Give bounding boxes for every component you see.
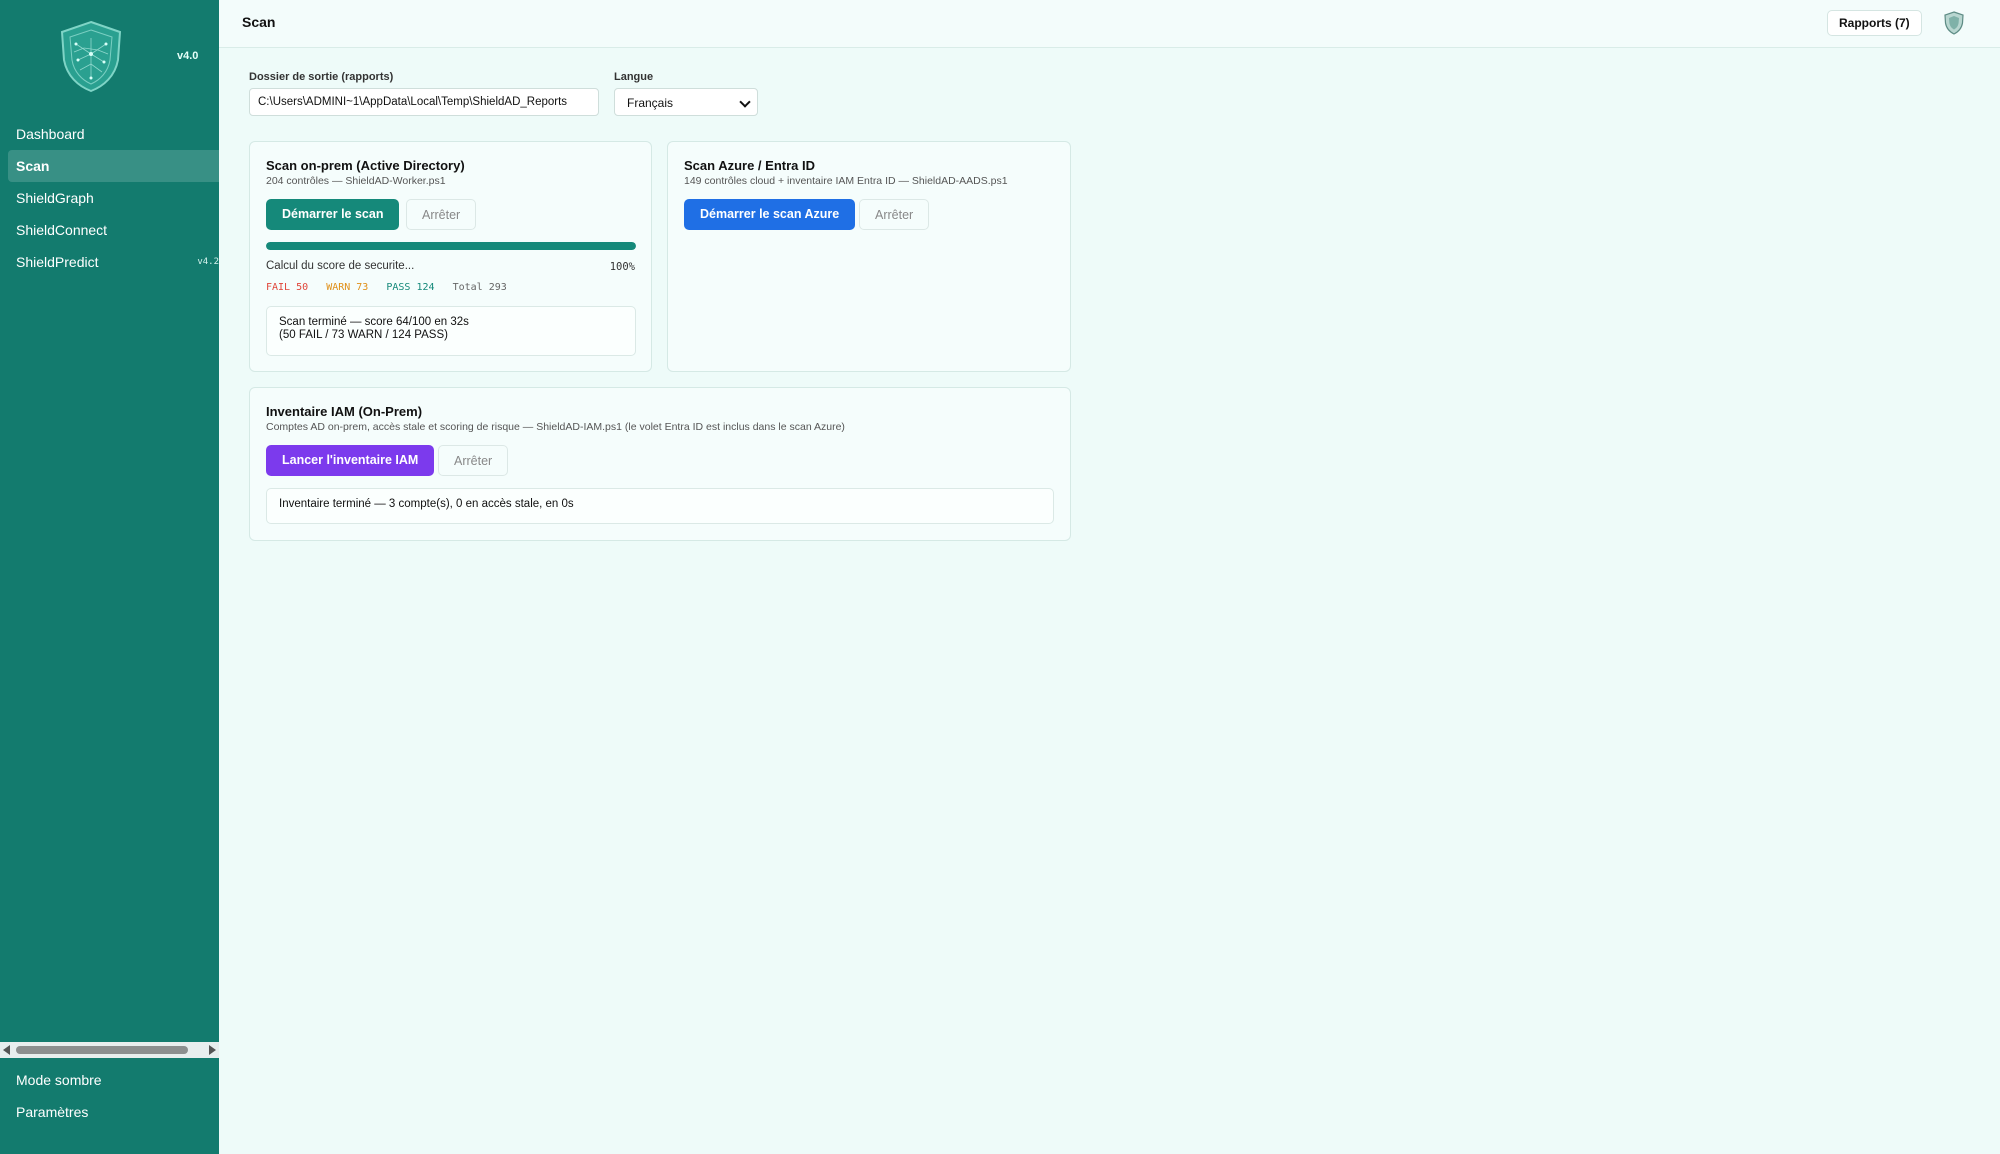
page-title: Scan: [242, 14, 276, 30]
card-subtitle: 149 contrôles cloud + inventaire IAM Ent…: [684, 175, 1008, 187]
result-counts: FAIL 50 WARN 73 PASS 124 Total 293: [266, 282, 519, 293]
scroll-right-icon[interactable]: [209, 1045, 216, 1055]
sidebar-item-label: Mode sombre: [16, 1072, 102, 1088]
scan-progress-fill: [266, 242, 636, 250]
top-header: Scan Rapports (7): [219, 0, 2000, 48]
sidebar: v4.0 Dashboard Scan ShieldGraph ShieldCo…: [0, 0, 219, 1154]
start-scan-button[interactable]: Démarrer le scan: [266, 199, 400, 230]
card-subtitle: 204 contrôles — ShieldAD-Worker.ps1: [266, 175, 446, 187]
scroll-left-icon[interactable]: [3, 1045, 10, 1055]
sidebar-item-scan[interactable]: Scan: [8, 150, 219, 182]
sidebar-item-shieldgraph[interactable]: ShieldGraph: [0, 182, 219, 214]
sidebar-item-settings[interactable]: Paramètres: [0, 1096, 219, 1128]
sidebar-item-label: ShieldGraph: [16, 190, 94, 206]
version-badge: v4.2: [197, 257, 219, 267]
sidebar-nav: Dashboard Scan ShieldGraph ShieldConnect…: [0, 118, 219, 278]
sidebar-item-label: Dashboard: [16, 126, 85, 142]
sidebar-item-label: ShieldConnect: [16, 222, 108, 238]
sidebar-item-shieldpredict[interactable]: ShieldPredict v4.2: [0, 246, 219, 278]
sidebar-item-shieldconnect[interactable]: ShieldConnect: [0, 214, 219, 246]
sidebar-bottom-nav: Mode sombre Paramètres: [0, 1064, 219, 1128]
sidebar-item-label: Paramètres: [16, 1104, 89, 1120]
scan-result-line: (50 FAIL / 73 WARN / 124 PASS): [279, 329, 448, 341]
sidebar-item-label: Scan: [16, 158, 50, 174]
start-azure-scan-button[interactable]: Démarrer le scan Azure: [684, 199, 856, 230]
card-title: Scan Azure / Entra ID: [684, 158, 815, 173]
iam-inventory-card: Inventaire IAM (On-Prem) Comptes AD on-p…: [249, 387, 1071, 541]
fail-count: FAIL 50: [266, 282, 309, 293]
iam-result-line: Inventaire terminé — 3 compte(s), 0 en a…: [279, 498, 574, 510]
card-title: Inventaire IAM (On-Prem): [266, 404, 423, 419]
pass-count: PASS 124: [386, 282, 435, 293]
card-title: Scan on-prem (Active Directory): [266, 158, 465, 173]
output-folder-input[interactable]: C:\Users\ADMINI~1\AppData\Local\Temp\Shi…: [249, 88, 599, 116]
language-select-value: Français: [627, 96, 674, 110]
chevron-down-icon: [739, 96, 751, 108]
stop-azure-scan-button[interactable]: Arrêter: [859, 199, 930, 230]
progress-status: Calcul du score de securite...: [266, 260, 415, 272]
language-label: Langue: [614, 71, 654, 83]
stop-iam-inventory-button[interactable]: Arrêter: [438, 445, 509, 476]
iam-result-box: Inventaire terminé — 3 compte(s), 0 en a…: [266, 488, 1054, 524]
scrollbar-thumb[interactable]: [16, 1046, 188, 1054]
scan-progress-bar: [266, 242, 636, 250]
reports-button[interactable]: Rapports (7): [1827, 10, 1922, 36]
app-version: v4.0: [177, 50, 199, 62]
shield-logo-icon: [60, 20, 122, 92]
sidebar-horizontal-scrollbar[interactable]: [0, 1042, 219, 1058]
shield-icon[interactable]: [1943, 11, 1965, 35]
output-folder-label: Dossier de sortie (rapports): [249, 71, 394, 83]
sidebar-item-dashboard[interactable]: Dashboard: [0, 118, 219, 150]
card-subtitle: Comptes AD on-prem, accès stale et scori…: [266, 421, 845, 433]
stop-scan-button[interactable]: Arrêter: [406, 199, 477, 230]
warn-count: WARN 73: [326, 282, 369, 293]
scan-result-box: Scan terminé — score 64/100 en 32s (50 F…: [266, 306, 636, 356]
azure-scan-card: Scan Azure / Entra ID 149 contrôles clou…: [667, 141, 1071, 372]
sidebar-item-label: ShieldPredict: [16, 254, 99, 270]
total-count: Total 293: [452, 282, 507, 293]
progress-percent: 100%: [609, 261, 635, 273]
start-iam-inventory-button[interactable]: Lancer l'inventaire IAM: [266, 445, 435, 476]
onprem-scan-card: Scan on-prem (Active Directory) 204 cont…: [249, 141, 652, 372]
scan-result-line: Scan terminé — score 64/100 en 32s: [279, 316, 469, 328]
sidebar-item-dark-mode[interactable]: Mode sombre: [0, 1064, 219, 1096]
language-select[interactable]: Français: [614, 88, 758, 116]
